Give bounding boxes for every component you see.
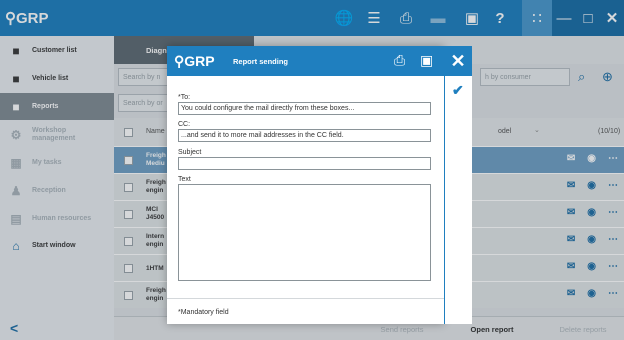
to-label: *To: (178, 94, 191, 101)
dialog-footer: *Mandatory field (167, 298, 444, 324)
subject-field[interactable] (178, 157, 431, 170)
to-field[interactable]: You could configure the mail directly fr… (178, 102, 431, 115)
cc-field[interactable]: ...and send it to more mail addresses in… (178, 129, 431, 142)
subject-label: Subject (178, 149, 202, 156)
cc-label: CC: (178, 121, 191, 128)
dialog-close-button[interactable]: ✕ (444, 46, 472, 76)
dialog-logo: ⚲GRP (174, 53, 215, 69)
text-area[interactable] (178, 184, 431, 281)
confirm-check-icon[interactable]: ✔ (452, 82, 464, 99)
dialog-action-panel: ✔ (444, 76, 472, 324)
search-logo-icon: ⚲ (174, 53, 185, 69)
dialog-title: Report sending (233, 57, 289, 66)
camera-icon[interactable]: ▣ (420, 52, 433, 69)
printer-icon[interactable]: ⎙ (394, 52, 405, 69)
dialog-header: ⚲GRP Report sending ⎙ ▣ (167, 46, 444, 76)
report-sending-dialog: ⚲GRP Report sending ⎙ ▣ *To: You could c… (167, 46, 444, 324)
text-label: Text (178, 176, 191, 183)
close-icon: ✕ (450, 50, 466, 71)
mandatory-note: *Mandatory field (178, 309, 229, 316)
